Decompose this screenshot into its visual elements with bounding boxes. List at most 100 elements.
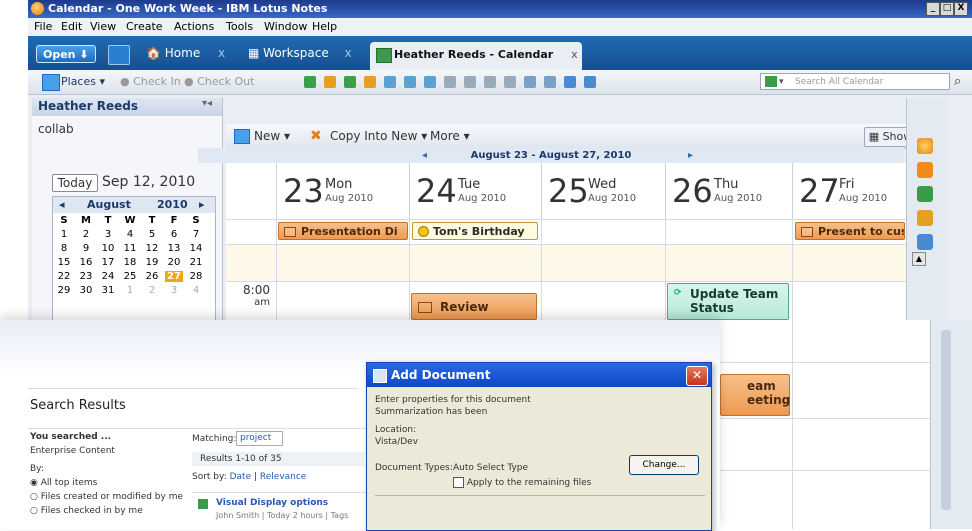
- day-header-tue[interactable]: 24 Tue Aug 2010: [410, 163, 542, 219]
- matching-input[interactable]: project: [236, 431, 283, 446]
- mini-cal-day[interactable]: 16: [77, 257, 95, 268]
- line-icon[interactable]: [504, 76, 516, 88]
- day-header-thu[interactable]: 26 Thu Aug 2010: [666, 163, 793, 219]
- new-button[interactable]: New ▾: [254, 129, 290, 143]
- prev-month-icon[interactable]: ◂: [59, 198, 65, 211]
- mini-cal-day[interactable]: 11: [121, 243, 139, 254]
- prev-week-icon[interactable]: ◂: [422, 148, 427, 163]
- menu-create[interactable]: Create: [126, 20, 163, 33]
- check-out-button[interactable]: ● Check Out: [184, 75, 254, 88]
- copy-into-new-button[interactable]: Copy Into New ▾: [330, 129, 427, 143]
- day-header-wed[interactable]: 25 Wed Aug 2010: [542, 163, 666, 219]
- up-arrow-icon[interactable]: [304, 76, 316, 88]
- mini-cal-day[interactable]: 1: [55, 229, 73, 240]
- mini-cal-day[interactable]: 27: [165, 271, 183, 282]
- places-menu[interactable]: Places ▾: [61, 75, 105, 88]
- search-scope-dropdown-icon[interactable]: ▾: [779, 74, 784, 91]
- today-button[interactable]: Today: [52, 174, 98, 192]
- event-present-to-cust[interactable]: Present to cust: [795, 222, 905, 240]
- search-all-calendar-input[interactable]: ▾ Search All Calendar: [760, 73, 950, 90]
- maximize-button[interactable]: □: [940, 2, 954, 16]
- menu-actions[interactable]: Actions: [174, 20, 214, 33]
- tab-workspace[interactable]: ▦ Workspace x: [248, 42, 352, 64]
- search-icon[interactable]: ⌕: [954, 74, 961, 89]
- mini-cal-day[interactable]: 4: [121, 229, 139, 240]
- mini-cal-day[interactable]: 21: [187, 257, 205, 268]
- sametime-icon[interactable]: [917, 138, 933, 154]
- option-checked-in[interactable]: ○ Files checked in by me: [30, 506, 143, 516]
- change-button[interactable]: Change...: [629, 455, 699, 475]
- event-update-team-status[interactable]: ⟳ Update Team Status: [667, 283, 789, 320]
- checkbox-icon[interactable]: [453, 477, 464, 488]
- tab-workspace-close[interactable]: x: [345, 46, 352, 60]
- next-week-icon[interactable]: ▸: [688, 148, 693, 163]
- tab-home-close[interactable]: x: [218, 46, 225, 60]
- day-at-glance-icon[interactable]: [917, 186, 933, 202]
- mini-cal-day[interactable]: 31: [99, 285, 117, 296]
- mini-cal-day[interactable]: 7: [187, 229, 205, 240]
- mini-cal-day[interactable]: 1: [121, 285, 139, 296]
- minimize-button[interactable]: _: [926, 2, 940, 16]
- doc-icon[interactable]: [524, 76, 536, 88]
- widgets-icon[interactable]: [917, 234, 933, 250]
- filter-icon[interactable]: [324, 76, 336, 88]
- open-button[interactable]: Open ⬇: [36, 45, 96, 63]
- mini-cal-day[interactable]: 10: [99, 243, 117, 254]
- mini-cal-day[interactable]: 29: [55, 285, 73, 296]
- mini-cal-day[interactable]: 24: [99, 271, 117, 282]
- option-modified[interactable]: ○ Files created or modified by me: [30, 492, 183, 502]
- mini-cal-day[interactable]: 13: [165, 243, 183, 254]
- mini-cal-day[interactable]: 26: [143, 271, 161, 282]
- mini-cal-day[interactable]: 20: [165, 257, 183, 268]
- down-arrow-icon[interactable]: [344, 76, 356, 88]
- event-birthday[interactable]: Tom's Birthday: [412, 222, 538, 240]
- refresh-icon[interactable]: [564, 76, 576, 88]
- tag2-icon[interactable]: [404, 76, 416, 88]
- event-review[interactable]: Review: [411, 293, 537, 320]
- sort-date-link[interactable]: Date: [230, 472, 252, 482]
- check-in-button[interactable]: ● Check In: [120, 75, 181, 88]
- dialog-close-button[interactable]: ✕: [686, 366, 708, 386]
- plus-icon[interactable]: [444, 76, 456, 88]
- diamond-icon[interactable]: [484, 76, 496, 88]
- mini-cal-day[interactable]: 28: [187, 271, 205, 282]
- globe-icon[interactable]: [584, 76, 596, 88]
- menu-window[interactable]: Window: [264, 20, 307, 33]
- binoculars-icon[interactable]: [544, 76, 556, 88]
- mini-cal-day[interactable]: 17: [99, 257, 117, 268]
- apply-remaining-checkbox[interactable]: Apply to the remaining files: [453, 477, 591, 488]
- next-month-icon[interactable]: ▸: [199, 198, 205, 211]
- mini-cal-day[interactable]: 2: [143, 285, 161, 296]
- panel-collapse-icon[interactable]: ▾◂: [202, 98, 212, 109]
- menu-view[interactable]: View: [90, 20, 116, 33]
- option-all[interactable]: ◉ All top items: [30, 478, 97, 488]
- image-icon[interactable]: [424, 76, 436, 88]
- mini-cal-day[interactable]: 9: [77, 243, 95, 254]
- event-presentation[interactable]: Presentation Di: [278, 222, 408, 240]
- minus-icon[interactable]: [464, 76, 476, 88]
- mini-cal-day[interactable]: 14: [187, 243, 205, 254]
- windows-icon[interactable]: [108, 45, 130, 65]
- mini-cal-day[interactable]: 3: [165, 285, 183, 296]
- mini-cal-day[interactable]: 23: [77, 271, 95, 282]
- mini-cal-day[interactable]: 15: [55, 257, 73, 268]
- mini-cal-day[interactable]: 12: [143, 243, 161, 254]
- tag-icon[interactable]: [384, 76, 396, 88]
- scroll-up-button[interactable]: ▲: [912, 252, 926, 266]
- sort-relevance-link[interactable]: Relevance: [260, 472, 306, 482]
- feeds-icon[interactable]: [917, 162, 933, 178]
- mini-cal-day[interactable]: 19: [143, 257, 161, 268]
- up-orange-icon[interactable]: [364, 76, 376, 88]
- tab-calendar-active[interactable]: Heather Reeds - Calendar x: [370, 42, 582, 70]
- scrollbar-track[interactable]: [941, 330, 951, 510]
- mini-cal-day[interactable]: 2: [77, 229, 95, 240]
- tab-calendar-close[interactable]: x: [571, 48, 578, 61]
- mini-cal-day[interactable]: 5: [143, 229, 161, 240]
- result-title[interactable]: Visual Display options: [216, 498, 328, 508]
- mini-cal-day[interactable]: 18: [121, 257, 139, 268]
- menu-edit[interactable]: Edit: [61, 20, 82, 33]
- menu-tools[interactable]: Tools: [226, 20, 253, 33]
- event-team-meeting[interactable]: eam eeting: [720, 374, 790, 416]
- mini-cal-day[interactable]: 22: [55, 271, 73, 282]
- mini-cal-day[interactable]: 3: [99, 229, 117, 240]
